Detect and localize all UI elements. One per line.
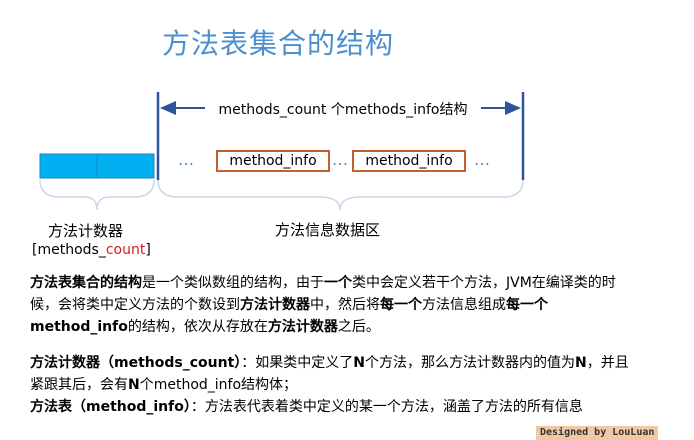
method-info-box-2: method_info: [352, 150, 466, 172]
paragraph-structure: 方法表集合的结构是一个类似数组的结构，由于一个类中会定义若干个方法，JVM在编译…: [30, 275, 616, 335]
counter-brace: [39, 179, 155, 211]
counter-cell-1: [39, 153, 98, 179]
paragraph-methods-count: 方法计数器（methods_count）：如果类中定义了N个方法，那么方法计数器…: [30, 355, 629, 393]
ellipsis-middle: …: [332, 150, 349, 169]
span-arrow-left-head: [160, 101, 176, 115]
ellipsis-right: …: [474, 150, 491, 169]
counter-cell-2: [96, 153, 155, 179]
method-info-box-1: method_info: [216, 150, 330, 172]
region-brace: [157, 179, 524, 211]
counter-sublabel: [methods_count]: [32, 242, 151, 258]
paragraph-method-info: 方法表（method_info）：方法表代表着类中定义的某一个方法，涵盖了方法的…: [30, 399, 583, 415]
span-arrow-right-head: [505, 101, 521, 115]
ellipsis-left: …: [178, 150, 195, 169]
span-label: methods_count 个methods_info结构: [205, 99, 481, 119]
region-label: 方法信息数据区: [275, 221, 381, 239]
designer-stamp: Designed by LouLuan: [536, 426, 659, 440]
counter-label: 方法计数器: [48, 222, 124, 240]
